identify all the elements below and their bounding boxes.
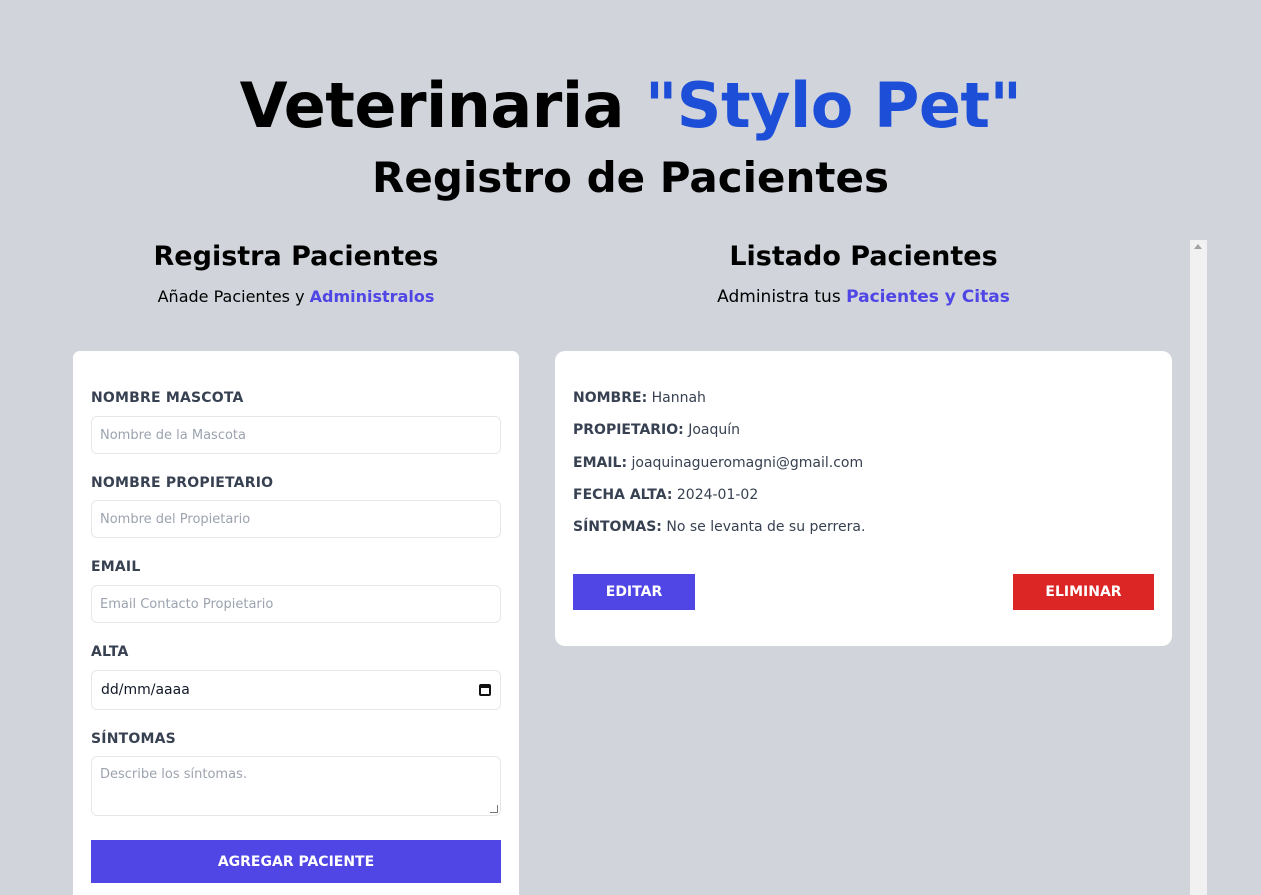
patient-email-value: joaquinagueromagni@gmail.com [631, 455, 864, 471]
list-section-title: Listado Pacientes [729, 241, 998, 272]
app-title-prefix: Veterinaria [239, 69, 645, 142]
owner-name-input[interactable] [91, 500, 501, 538]
add-patient-button[interactable]: AGREGAR PACIENTE [91, 840, 501, 883]
patient-date-value: 2024-01-02 [676, 487, 759, 503]
pet-name-input[interactable] [91, 416, 501, 454]
form-desc-prefix: Añade Pacientes y [157, 287, 310, 306]
patient-symptoms-value: No se levanta de su perrera. [666, 519, 866, 535]
pet-name-label: NOMBRE MASCOTA [91, 390, 244, 406]
form-section-title: Registra Pacientes [153, 241, 439, 272]
symptoms-wrapper [91, 756, 501, 816]
owner-name-label: NOMBRE PROPIETARIO [91, 475, 274, 491]
edit-patient-button[interactable]: EDITAR [573, 574, 695, 610]
form-section-header: Registra Pacientes Añade Pacientes y Adm… [73, 240, 519, 308]
symptoms-label: SÍNTOMAS [91, 731, 176, 747]
patient-form: NOMBRE MASCOTA NOMBRE PROPIETARIO EMAIL … [73, 351, 519, 895]
vertical-scrollbar[interactable] [1190, 240, 1207, 895]
date-input-value: dd/mm/aaaa [101, 682, 190, 698]
patient-symptoms-key: SÍNTOMAS: [573, 519, 662, 535]
list-desc-highlight: Pacientes y Citas [846, 287, 1010, 307]
list-section-description: Administra tus Pacientes y Citas [555, 286, 1172, 308]
patient-owner-value: Joaquín [688, 422, 741, 438]
patient-owner-row: PROPIETARIO: Joaquín [573, 422, 740, 438]
list-desc-prefix: Administra tus [717, 287, 847, 307]
form-section-description: Añade Pacientes y Administralos [73, 286, 519, 308]
app-title-brand: "Stylo Pet" [645, 69, 1022, 142]
scroll-up-arrow-icon[interactable] [1194, 244, 1202, 249]
symptoms-textarea[interactable] [91, 756, 501, 816]
patient-name-key: NOMBRE: [573, 390, 648, 406]
date-input[interactable]: dd/mm/aaaa [91, 670, 501, 710]
patient-email-key: EMAIL: [573, 455, 628, 471]
patient-date-key: FECHA ALTA: [573, 487, 673, 503]
patient-owner-key: PROPIETARIO: [573, 422, 684, 438]
delete-patient-button[interactable]: ELIMINAR [1013, 574, 1154, 610]
app-title: Veterinaria "Stylo Pet" [0, 68, 1261, 144]
patient-card: NOMBRE: Hannah PROPIETARIO: Joaquín EMAI… [555, 351, 1172, 646]
page-subtitle: Registro de Pacientes [372, 153, 889, 202]
email-label: EMAIL [91, 559, 141, 575]
patient-email-row: EMAIL: joaquinagueromagni@gmail.com [573, 455, 863, 471]
patient-name-value: Hannah [651, 390, 706, 406]
list-section-header: Listado Pacientes Administra tus Pacient… [555, 240, 1172, 308]
patient-symptoms-row: SÍNTOMAS: No se levanta de su perrera. [573, 519, 865, 535]
date-label: ALTA [91, 644, 129, 660]
calendar-icon[interactable] [479, 684, 491, 696]
patient-name-row: NOMBRE: Hannah [573, 390, 706, 406]
email-input[interactable] [91, 585, 501, 623]
page: Veterinaria "Stylo Pet" Registro de Paci… [0, 0, 1261, 895]
patient-date-row: FECHA ALTA: 2024-01-02 [573, 487, 758, 503]
form-desc-highlight: Administralos [309, 287, 435, 306]
